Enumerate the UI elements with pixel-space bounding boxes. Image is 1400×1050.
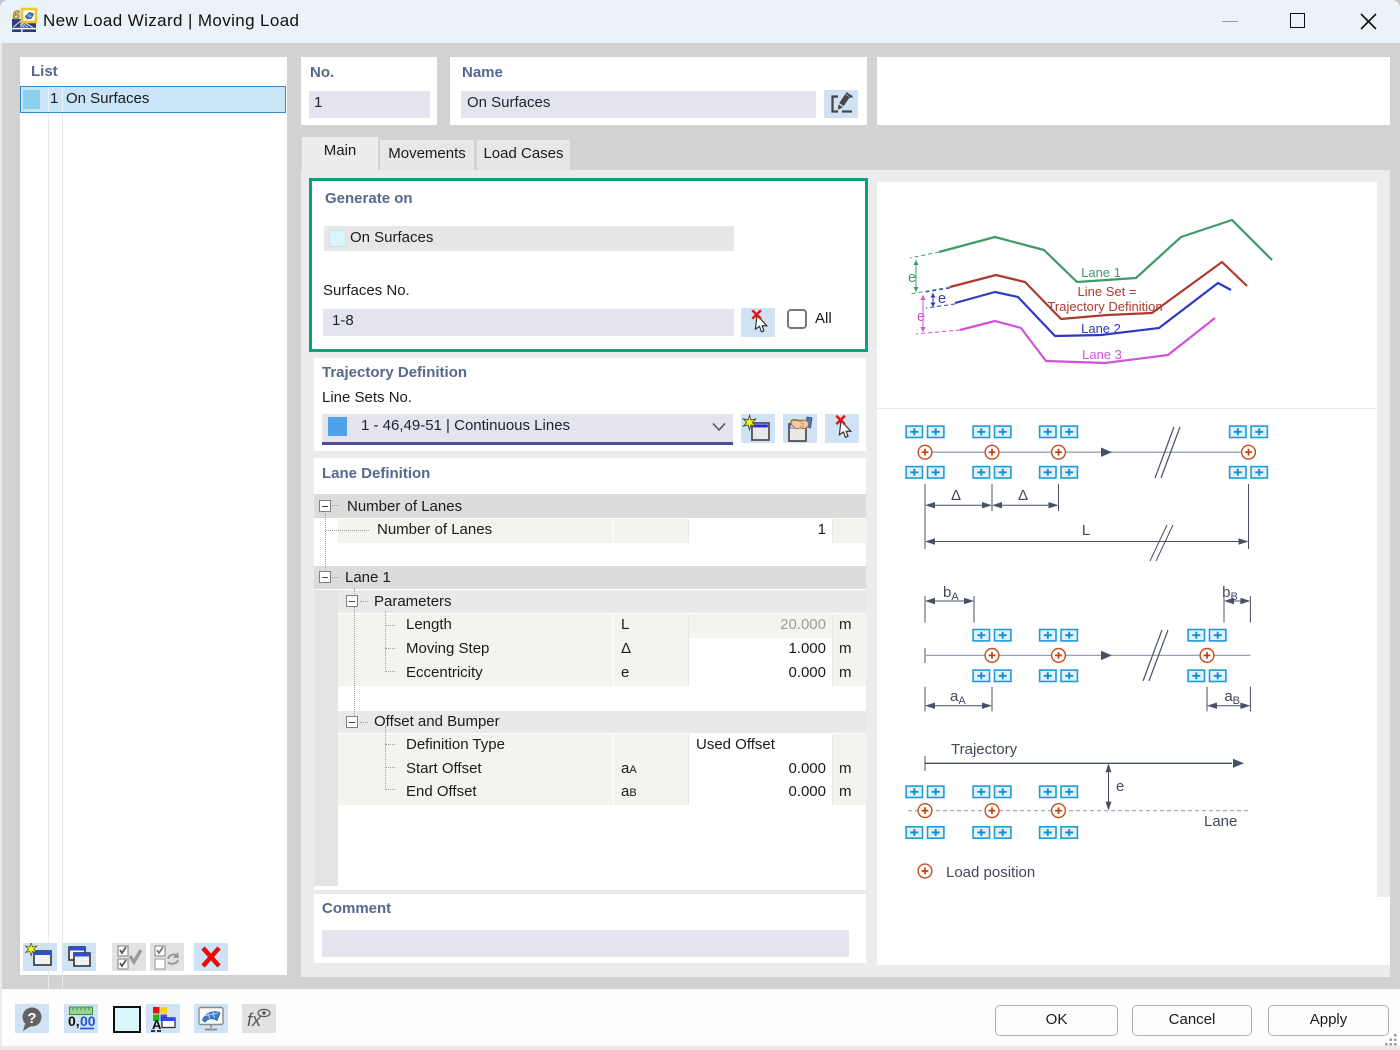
svg-text:bB: bB	[1222, 584, 1238, 603]
svg-text:e: e	[1116, 778, 1124, 795]
svg-text:Lane 3: Lane 3	[1082, 347, 1122, 362]
svg-text:Lane 1: Lane 1	[1081, 265, 1121, 280]
svg-text:Lane: Lane	[1204, 813, 1237, 830]
svg-text:Trajectory: Trajectory	[951, 741, 1018, 758]
svg-text:e: e	[917, 309, 925, 325]
svg-text:Lane 2: Lane 2	[1081, 321, 1121, 336]
svg-text:0,: 0,	[68, 1013, 80, 1029]
svg-text:fx: fx	[247, 1010, 262, 1030]
svg-text:Δ: Δ	[951, 487, 961, 504]
svg-text:e: e	[908, 270, 916, 286]
svg-text:Trajectory Definition: Trajectory Definition	[1047, 299, 1162, 314]
svg-text:aB: aB	[1224, 688, 1240, 707]
svg-text:A: A	[152, 1017, 162, 1032]
svg-text:aA: aA	[950, 688, 966, 707]
svg-text:?: ?	[27, 1010, 36, 1027]
svg-text:L: L	[1082, 522, 1090, 539]
svg-text:6: 6	[13, 8, 21, 23]
svg-text:bA: bA	[943, 584, 959, 603]
svg-text:e: e	[938, 291, 946, 307]
svg-text:00: 00	[80, 1013, 96, 1029]
svg-text:Load position: Load position	[946, 864, 1035, 881]
svg-text:Line Set =: Line Set =	[1078, 284, 1137, 299]
svg-text:Δ: Δ	[1018, 487, 1028, 504]
